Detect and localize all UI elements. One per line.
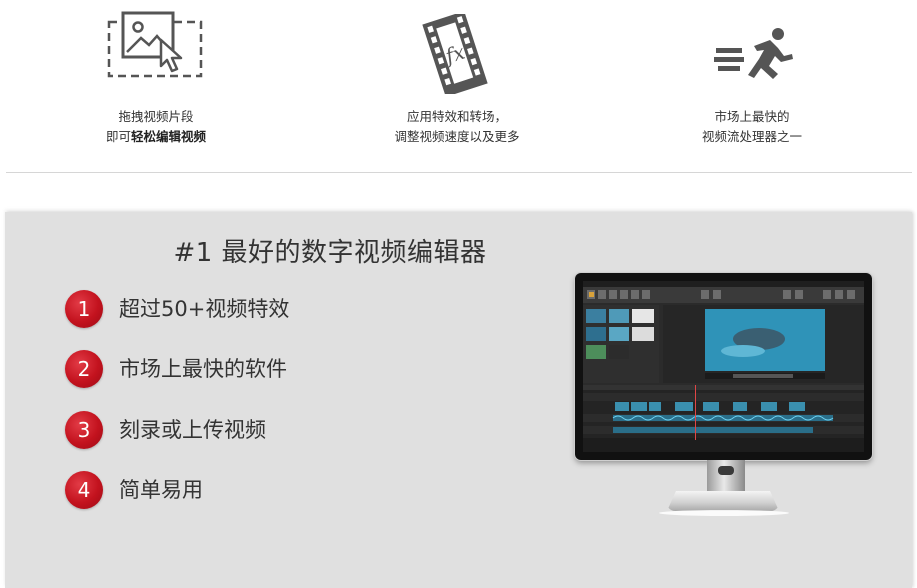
bullet-number-badge: 2 <box>65 350 103 388</box>
monitor-illustration <box>575 273 872 573</box>
bullet-number-badge: 3 <box>65 411 103 449</box>
feature-effects-line1: 应用特效和转场， <box>406 109 507 124</box>
feature-drag-edit-prefix: 即可 <box>105 129 131 144</box>
feature-effects-line2: 调整视频速度以及更多 <box>394 129 520 144</box>
monitor-stand-foot <box>667 491 779 511</box>
video-editor-preview <box>583 281 864 452</box>
bullet-label: 刻录或上传视频 <box>119 418 266 442</box>
bullet-label: 简单易用 <box>119 478 203 502</box>
feature-fast-line1: 市场上最快的 <box>714 109 790 124</box>
bullet-number-badge: 4 <box>65 471 103 509</box>
section-divider <box>6 172 912 173</box>
bullet-label: 超过50+视频特效 <box>119 297 290 321</box>
feature-drag-edit-line2: 即可轻松编辑视频 <box>6 127 306 147</box>
promo-panel: #1 最好的数字视频编辑器 1 超过50+视频特效 2 市场上最快的软件 3 刻… <box>5 212 912 588</box>
film-fx-icon: fx <box>422 14 488 94</box>
feature-fast-line2: 视频流处理器之一 <box>701 129 802 144</box>
drag-image-icon <box>107 11 203 78</box>
running-man-icon <box>714 28 793 79</box>
bullet-label: 市场上最快的软件 <box>119 357 287 381</box>
editor-screenshot <box>583 281 864 452</box>
feature-drag-edit-bold: 轻松编辑视频 <box>131 129 207 144</box>
monitor-stand-neck <box>707 460 745 494</box>
bullet-number-badge: 1 <box>65 290 103 328</box>
features-row: 拖拽视频片段 即可轻松编辑视频 fx 应用特效和转场， 调整视频速度以及更多 市… <box>0 0 917 172</box>
monitor-bezel <box>575 273 872 460</box>
promo-title: #1 最好的数字视频编辑器 <box>173 238 487 268</box>
feature-drag-edit-line1: 拖拽视频片段 <box>118 109 194 124</box>
